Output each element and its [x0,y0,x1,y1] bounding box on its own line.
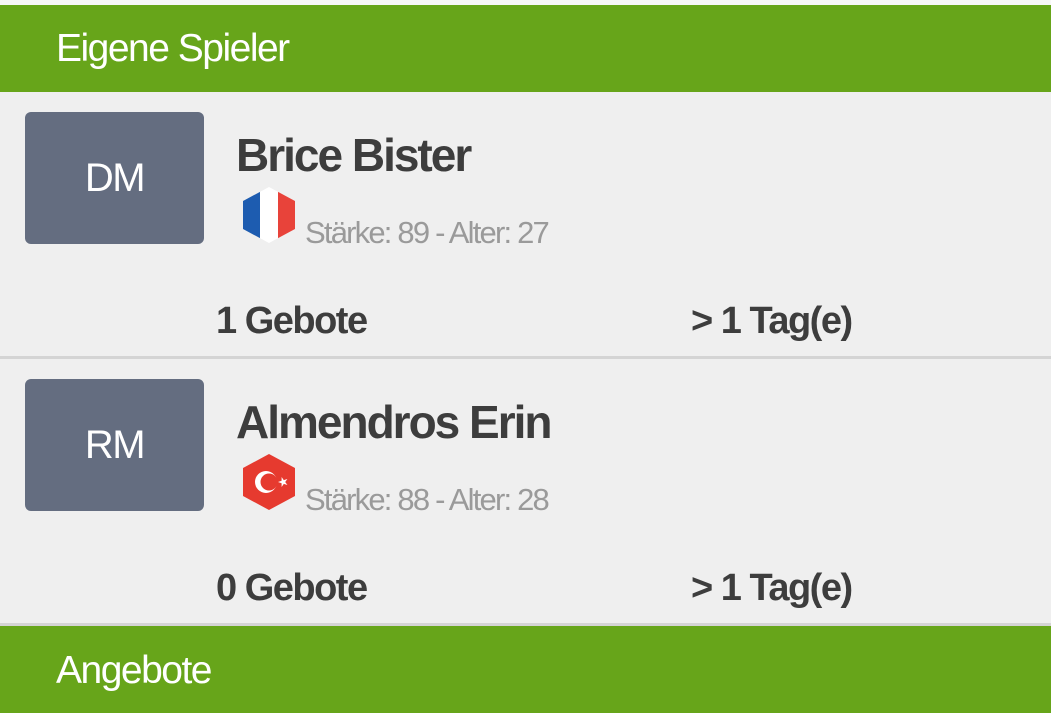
player-name: Brice Bister [236,129,472,181]
player-stats: Stärke: 89 - Alter: 27 [305,215,550,250]
player-card[interactable]: RM Almendros Erin Stärke: 88 - Alter: 28… [0,359,1051,623]
page: Eigene Spieler DM Brice Bister Stärke: 8… [0,0,1051,713]
france-flag-icon [243,187,295,243]
player-stats: Stärke: 88 - Alter: 28 [305,482,550,517]
bids-count: 1 Gebote [216,300,368,342]
player-name: Almendros Erin [236,396,553,448]
bids-count: 0 Gebote [216,567,368,609]
position-label: DM [84,155,146,200]
section-header-own-players[interactable]: Eigene Spieler [0,5,1051,92]
section-header-offers[interactable]: Angebote [0,626,1051,713]
time-remaining: > 1 Tag(e) [691,567,853,609]
position-badge: DM [25,112,204,244]
position-badge: RM [25,379,204,511]
player-card[interactable]: DM Brice Bister Stärke: 89 - Alter: 27 1… [0,92,1051,356]
position-label: RM [84,422,146,467]
section-title-own-players: Eigene Spieler [56,26,290,70]
turkey-flag-icon [243,454,295,510]
section-title-offers: Angebote [56,648,213,692]
time-remaining: > 1 Tag(e) [691,300,853,342]
